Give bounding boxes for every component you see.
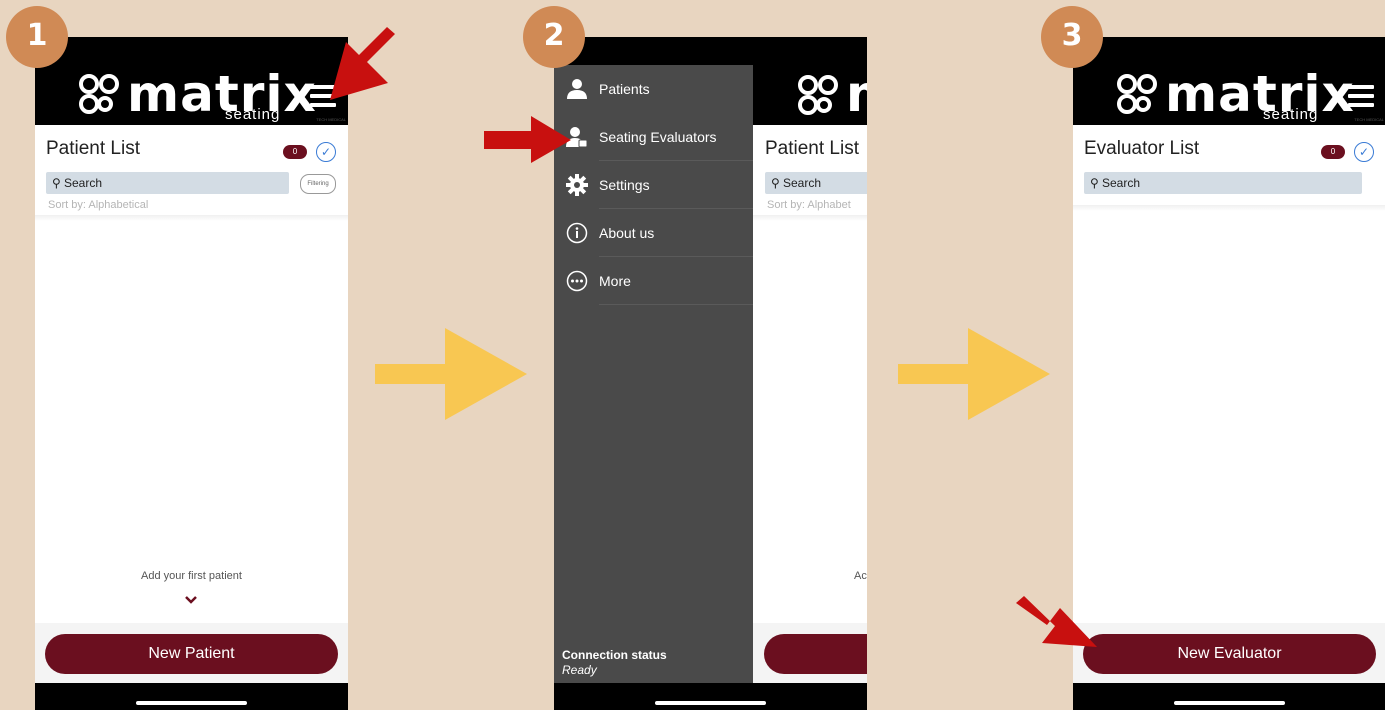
red-arrow-icon <box>330 27 395 100</box>
flow-arrow-icon <box>898 328 1050 420</box>
step-badge: 2 <box>523 6 585 68</box>
red-arrow-icon <box>484 116 571 163</box>
annotation-overlay <box>330 27 1097 647</box>
red-arrow-icon <box>1016 596 1097 647</box>
flow-arrow-icon <box>375 328 527 420</box>
step-badge: 1 <box>6 6 68 68</box>
step-badge: 3 <box>1041 6 1103 68</box>
